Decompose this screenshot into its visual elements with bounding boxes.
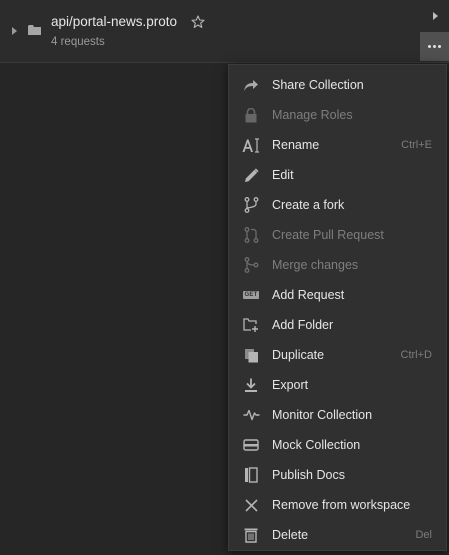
menu-item-add-request[interactable]: GET Add Request — [229, 280, 446, 310]
docs-icon — [242, 467, 260, 483]
more-actions-button[interactable] — [420, 32, 449, 61]
menu-item-label: Monitor Collection — [272, 408, 373, 422]
menu-item-manage-roles[interactable]: Manage Roles — [229, 100, 446, 130]
monitor-icon — [242, 407, 260, 423]
trash-icon — [242, 527, 260, 543]
collection-name: api/portal-news.proto — [51, 14, 178, 29]
menu-item-label: Remove from workspace — [272, 498, 411, 512]
menu-item-create-pull-request[interactable]: Create Pull Request — [229, 220, 446, 250]
app-window: api/portal-news.proto 4 requests Share C… — [0, 0, 449, 555]
menu-item-label: Add Folder — [272, 318, 334, 332]
get-badge: GET — [242, 291, 260, 299]
rename-icon — [242, 137, 260, 153]
share-icon — [242, 77, 260, 93]
pull-request-icon — [242, 227, 260, 243]
menu-item-label: Edit — [272, 168, 294, 182]
menu-item-export[interactable]: Export — [229, 370, 446, 400]
fork-icon — [242, 197, 260, 213]
request-count: 4 requests — [51, 36, 105, 48]
close-icon — [242, 497, 260, 513]
merge-icon — [242, 257, 260, 273]
menu-item-label: Publish Docs — [272, 468, 345, 482]
more-dots-icon — [433, 45, 436, 48]
menu-item-label: Add Request — [272, 288, 345, 302]
play-icon — [433, 12, 438, 20]
menu-item-label: Rename — [272, 138, 320, 152]
menu-item-merge-changes[interactable]: Merge changes — [229, 250, 446, 280]
more-dots-icon — [428, 45, 431, 48]
folder-icon — [28, 25, 41, 35]
collection-actions-menu: Share Collection Manage Roles Rename Ctr… — [228, 64, 447, 551]
menu-item-label: Duplicate — [272, 348, 325, 362]
menu-item-label: Export — [272, 378, 309, 392]
menu-item-label: Manage Roles — [272, 108, 353, 122]
duplicate-icon — [242, 347, 260, 363]
shortcut-label: Ctrl+E — [401, 139, 432, 151]
menu-item-label: Create Pull Request — [272, 228, 384, 242]
menu-item-label: Mock Collection — [272, 438, 361, 452]
shortcut-label: Ctrl+D — [400, 349, 432, 361]
mock-server-icon — [242, 437, 260, 453]
collection-row[interactable]: api/portal-news.proto 4 requests — [0, 0, 449, 63]
menu-item-share-collection[interactable]: Share Collection — [229, 70, 446, 100]
menu-item-delete[interactable]: Delete Del — [229, 520, 446, 550]
menu-item-monitor-collection[interactable]: Monitor Collection — [229, 400, 446, 430]
pencil-icon — [242, 167, 260, 183]
menu-item-label: Create a fork — [272, 198, 345, 212]
menu-item-create-fork[interactable]: Create a fork — [229, 190, 446, 220]
menu-item-publish-docs[interactable]: Publish Docs — [229, 460, 446, 490]
export-icon — [242, 377, 260, 393]
menu-item-label: Share Collection — [272, 78, 364, 92]
more-dots-icon — [438, 45, 441, 48]
menu-item-edit[interactable]: Edit — [229, 160, 446, 190]
menu-item-label: Merge changes — [272, 258, 359, 272]
star-icon[interactable] — [191, 15, 205, 29]
get-request-icon: GET — [242, 287, 260, 303]
menu-item-rename[interactable]: Rename Ctrl+E — [229, 130, 446, 160]
menu-item-label: Delete — [272, 528, 309, 542]
shortcut-label: Del — [415, 529, 432, 541]
menu-item-remove-from-workspace[interactable]: Remove from workspace — [229, 490, 446, 520]
lock-icon — [242, 107, 260, 123]
add-folder-icon — [242, 317, 260, 333]
expand-caret-icon[interactable] — [12, 27, 17, 35]
expand-collection-button[interactable] — [420, 0, 449, 32]
menu-item-duplicate[interactable]: Duplicate Ctrl+D — [229, 340, 446, 370]
menu-item-mock-collection[interactable]: Mock Collection — [229, 430, 446, 460]
menu-item-add-folder[interactable]: Add Folder — [229, 310, 446, 340]
